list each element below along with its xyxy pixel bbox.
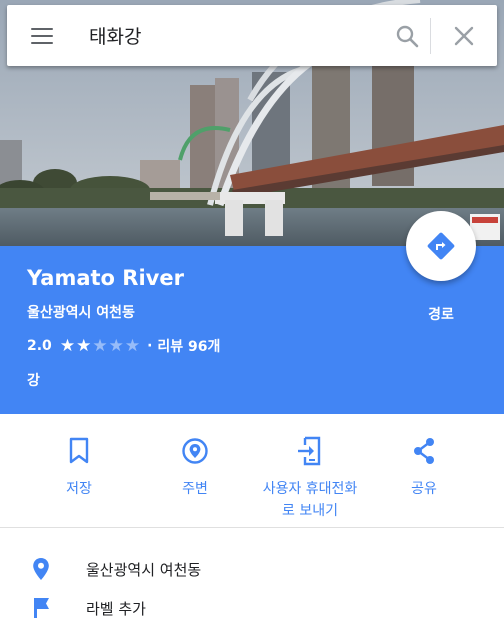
search-bar[interactable]: 태화강: [7, 5, 497, 66]
send-to-phone-label-line1: 사용자 휴대전화: [262, 481, 358, 497]
nearby-icon: [182, 438, 208, 464]
place-name: Yamato River: [27, 266, 184, 290]
directions-button[interactable]: [406, 211, 476, 281]
close-icon: [454, 26, 474, 45]
share-button[interactable]: 공유: [364, 414, 484, 500]
star-empty-icon: ★: [124, 336, 142, 356]
address-text: 울산광역시 여천동: [86, 560, 202, 579]
star-icon: ★: [59, 336, 77, 356]
place-category: 강: [27, 373, 40, 389]
star-empty-icon: ★: [92, 336, 109, 356]
search-button[interactable]: [384, 5, 430, 66]
location-pin-icon: [33, 558, 49, 580]
flag-icon: [34, 598, 49, 618]
send-to-device-icon: [298, 436, 321, 466]
clear-search-button[interactable]: [431, 5, 497, 66]
rating-separator: ·: [147, 338, 153, 354]
rating-row[interactable]: 2.0 ★★★★★ · 리뷰 96개: [27, 336, 220, 356]
bookmark-icon: [69, 437, 89, 464]
share-label: 공유: [411, 481, 437, 497]
place-address: 울산광역시 여천동: [27, 305, 135, 321]
search-query[interactable]: 태화강: [77, 22, 384, 49]
add-label-row[interactable]: 라벨 추가: [0, 588, 504, 628]
save-label: 저장: [66, 481, 92, 497]
action-row: 저장 주변 사용자 휴대전화 로 보내기 공유: [0, 414, 504, 528]
nearby-button[interactable]: 주변: [135, 414, 255, 500]
review-count[interactable]: 리뷰 96개: [157, 336, 220, 356]
directions-icon: [427, 232, 455, 260]
share-icon: [414, 438, 434, 464]
send-to-phone-button[interactable]: 사용자 휴대전화 로 보내기: [250, 414, 370, 522]
star-icon: ★: [76, 336, 93, 356]
address-row[interactable]: 울산광역시 여천동: [0, 549, 504, 589]
send-to-phone-label-line2: 로 보내기: [282, 503, 338, 519]
send-to-phone-label: 사용자 휴대전화 로 보내기: [250, 478, 370, 522]
directions-label[interactable]: 경로: [404, 304, 478, 324]
rating-stars: ★★★★★: [60, 336, 141, 356]
add-label-text: 라벨 추가: [86, 599, 146, 618]
search-icon: [396, 25, 419, 47]
nearby-label: 주변: [182, 481, 208, 497]
star-empty-icon: ★: [108, 336, 125, 356]
menu-icon: [31, 27, 53, 44]
menu-button[interactable]: [7, 5, 77, 66]
rating-score: 2.0: [27, 338, 52, 354]
save-button[interactable]: 저장: [19, 414, 139, 500]
